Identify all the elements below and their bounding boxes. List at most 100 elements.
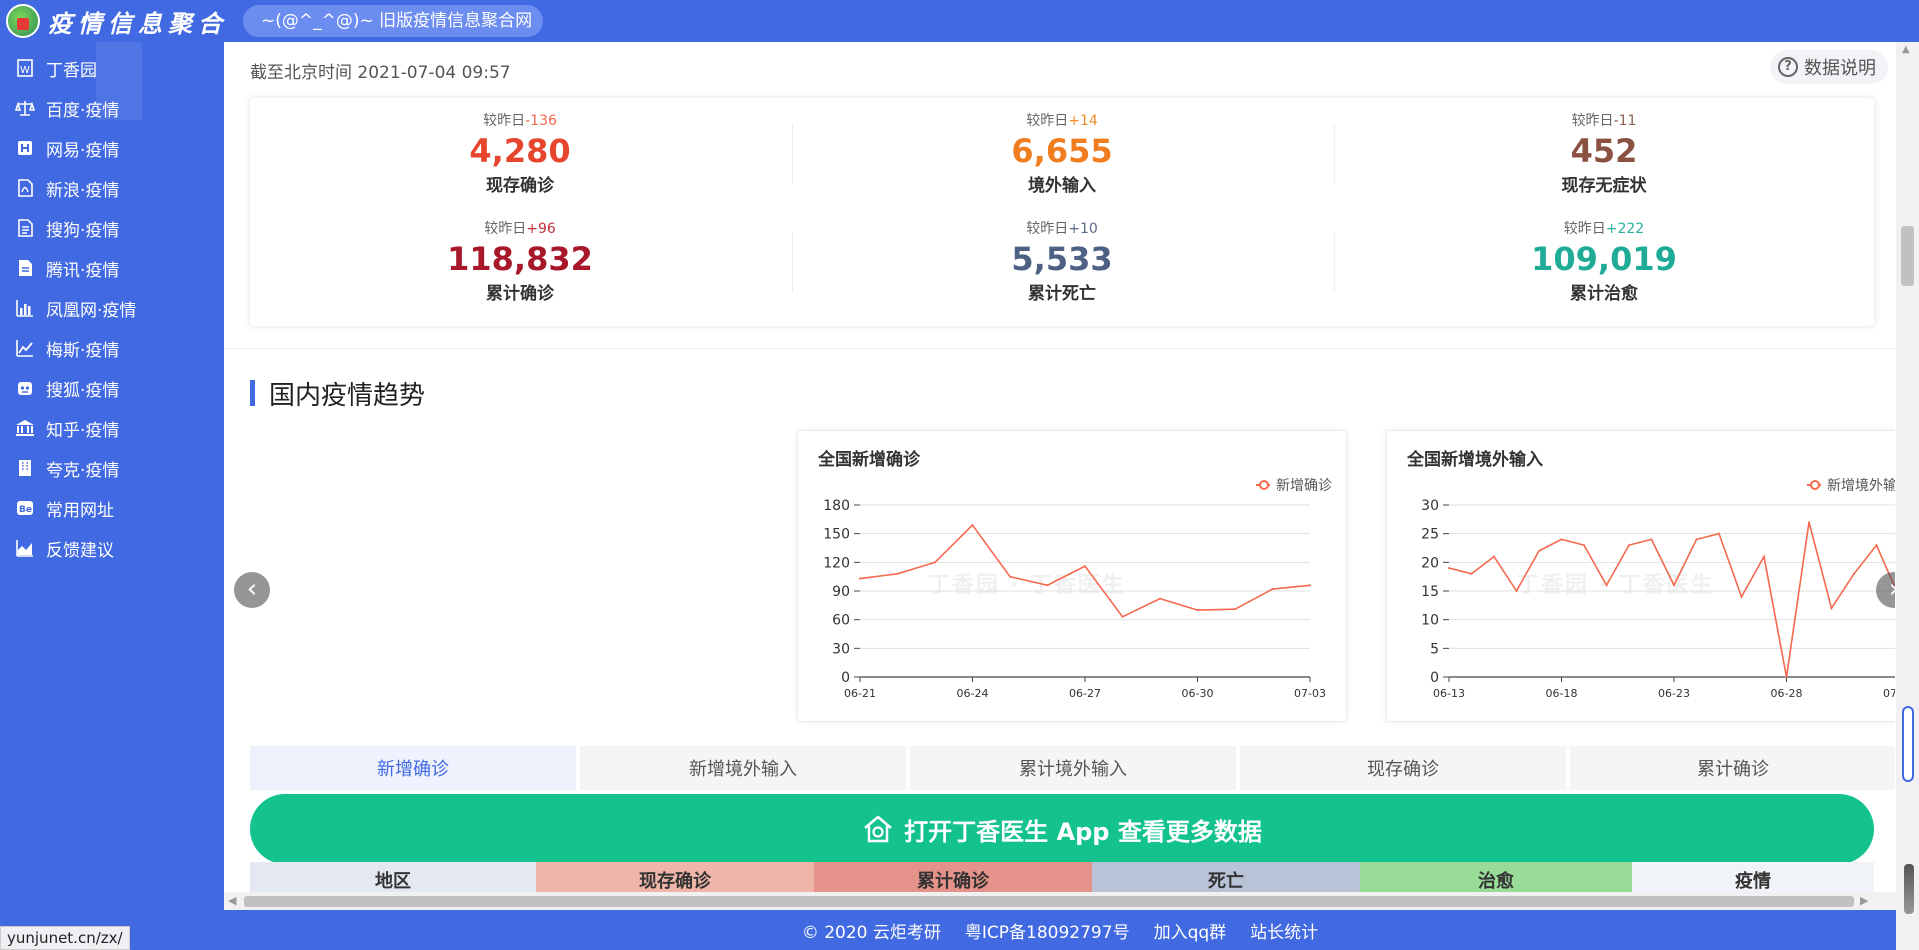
stat-block: 较昨日+10 5,533 累计死亡	[792, 218, 1332, 304]
sidebar-item-4[interactable]: 搜狗·疫情	[14, 210, 119, 246]
tab-3[interactable]: 现存确诊	[1240, 746, 1566, 790]
main-content: 截至北京时间 2021-07-04 09:57 ? 数据说明 较昨日-136 4,…	[224, 42, 1895, 892]
data-point[interactable]	[1009, 575, 1011, 578]
data-point[interactable]	[1718, 532, 1720, 535]
scroll-right-arrow-icon[interactable]: ▶	[1860, 894, 1868, 907]
data-point[interactable]	[1605, 584, 1608, 587]
data-point[interactable]	[1650, 538, 1653, 541]
site-title-pill[interactable]: ~(@^_^@)~ 旧版疫情信息聚合网	[243, 5, 543, 37]
sidebar-item-label: 腾讯·疫情	[46, 260, 120, 281]
sidebar-item-12[interactable]: 反馈建议	[14, 530, 114, 566]
data-point[interactable]	[1493, 555, 1495, 558]
sidebar-item-label: 凤凰网·疫情	[46, 300, 137, 321]
x-tick-label: 07-03	[1294, 687, 1326, 700]
side-drawer-handle[interactable]	[1902, 706, 1914, 782]
data-point[interactable]	[1875, 544, 1878, 547]
tab-4[interactable]: 累计确诊	[1570, 746, 1895, 790]
horizontal-scrollbar[interactable]: ◀ ▶	[224, 892, 1896, 910]
data-point[interactable]	[1448, 567, 1450, 570]
vertical-scrollbar[interactable]: ▲	[1896, 42, 1919, 950]
table-header-cell[interactable]: 地区	[250, 862, 536, 892]
data-point[interactable]	[1673, 584, 1675, 587]
carousel-prev-button[interactable]: ‹	[234, 572, 270, 608]
data-point[interactable]	[1515, 590, 1518, 592]
data-point[interactable]	[1560, 538, 1563, 541]
data-point[interactable]	[1628, 544, 1630, 547]
data-point[interactable]	[1785, 676, 1788, 678]
x-tick-label: 06-27	[1069, 687, 1101, 700]
data-point[interactable]	[1808, 521, 1810, 524]
footer-icp-link[interactable]: 粤ICP备18092797号	[965, 918, 1130, 943]
stat-compare-label: 较昨日	[1563, 221, 1606, 237]
logo-text: 疫情信息聚合	[48, 8, 228, 38]
footer-qq-link[interactable]: 加入qq群	[1154, 918, 1227, 943]
data-point[interactable]	[971, 524, 974, 527]
series-line[interactable]	[1448, 521, 1895, 678]
data-point[interactable]	[1830, 607, 1833, 610]
site-logo[interactable]: 疫情信息聚合	[6, 3, 228, 39]
vertical-scroll-thumb[interactable]	[1901, 226, 1914, 286]
footer-stats-link[interactable]: 站长统计	[1250, 918, 1318, 943]
stat-label: 累计死亡	[1028, 284, 1096, 304]
data-explanation-button[interactable]: ? 数据说明	[1770, 50, 1888, 84]
table-header-cell[interactable]: 累计确诊	[814, 862, 1092, 892]
table-header-cell[interactable]: 疫情	[1632, 862, 1874, 892]
y-tick-label: 150	[823, 527, 850, 543]
data-point[interactable]	[1583, 544, 1585, 547]
sidebar-item-label: 搜狐·疫情	[46, 380, 120, 401]
robot-icon	[14, 377, 36, 399]
data-point[interactable]	[1234, 608, 1236, 611]
scroll-up-arrow-icon[interactable]: ▲	[1902, 44, 1910, 55]
sidebar-item-3[interactable]: 新浪·疫情	[14, 170, 119, 206]
line-chart-icon	[14, 337, 36, 359]
open-app-button[interactable]: 打开丁香医生 App 查看更多数据	[250, 794, 1874, 864]
side-pull-tab[interactable]	[1904, 864, 1914, 914]
scroll-left-arrow-icon[interactable]: ◀	[228, 894, 236, 907]
data-point[interactable]	[1538, 549, 1540, 552]
stat-value: 452	[1570, 132, 1638, 170]
sidebar-item-8[interactable]: 搜狐·疫情	[14, 370, 119, 406]
data-point[interactable]	[859, 577, 861, 580]
sidebar-item-2[interactable]: 网易·疫情	[14, 130, 119, 166]
scale-icon	[14, 97, 36, 119]
sidebar-item-label: 百度·疫情	[46, 100, 120, 121]
x-tick-label: 06-21	[844, 687, 876, 700]
stat-divider	[792, 124, 793, 184]
x-tick-label: 06-28	[1771, 687, 1803, 700]
sidebar-item-5[interactable]: 腾讯·疫情	[14, 250, 119, 286]
table-header-cell[interactable]: 现存确诊	[536, 862, 814, 892]
data-point[interactable]	[1853, 572, 1855, 575]
data-point[interactable]	[1740, 595, 1743, 598]
y-tick-label: 5	[1430, 641, 1439, 657]
data-point[interactable]	[1695, 538, 1698, 541]
data-point[interactable]	[1121, 615, 1124, 618]
trend-tabs: 新增确诊 新增境外输入 累计境外输入 现存确诊 累计确诊	[250, 746, 1895, 790]
data-point[interactable]	[1196, 609, 1199, 612]
data-point[interactable]	[1309, 584, 1311, 587]
sidebar-item-9[interactable]: 知乎·疫情	[14, 410, 119, 446]
data-point[interactable]	[1763, 555, 1765, 558]
table-header-cell[interactable]: 死亡	[1092, 862, 1360, 892]
data-point[interactable]	[1271, 588, 1274, 591]
sidebar-item-1[interactable]: 百度·疫情	[14, 90, 119, 126]
data-point[interactable]	[934, 561, 936, 564]
sidebar-item-11[interactable]: Be 常用网址	[14, 490, 114, 526]
y-tick-label: 15	[1421, 584, 1439, 600]
series-line[interactable]	[859, 523, 1311, 618]
tab-0[interactable]: 新增确诊	[250, 746, 576, 790]
sidebar-item-7[interactable]: 梅斯·疫情	[14, 330, 119, 366]
sidebar-item-6[interactable]: 凤凰网·疫情	[14, 290, 136, 326]
footer: © 2020 云炬考研 粤ICP备18092797号 加入qq群 站长统计	[224, 910, 1896, 950]
tab-1[interactable]: 新增境外输入	[580, 746, 906, 790]
data-point[interactable]	[1159, 597, 1161, 600]
sidebar-item-10[interactable]: 夸克·疫情	[14, 450, 119, 486]
data-point[interactable]	[1046, 584, 1049, 587]
data-point[interactable]	[1084, 565, 1086, 568]
horizontal-scroll-thumb[interactable]	[244, 896, 1854, 907]
sidebar-item-0[interactable]: W 丁香园	[14, 50, 97, 86]
table-header-cell[interactable]: 治愈	[1360, 862, 1632, 892]
data-point[interactable]	[896, 572, 899, 575]
tab-2[interactable]: 累计境外输入	[910, 746, 1236, 790]
svg-text:Be: Be	[19, 505, 32, 515]
data-point[interactable]	[1470, 572, 1473, 575]
